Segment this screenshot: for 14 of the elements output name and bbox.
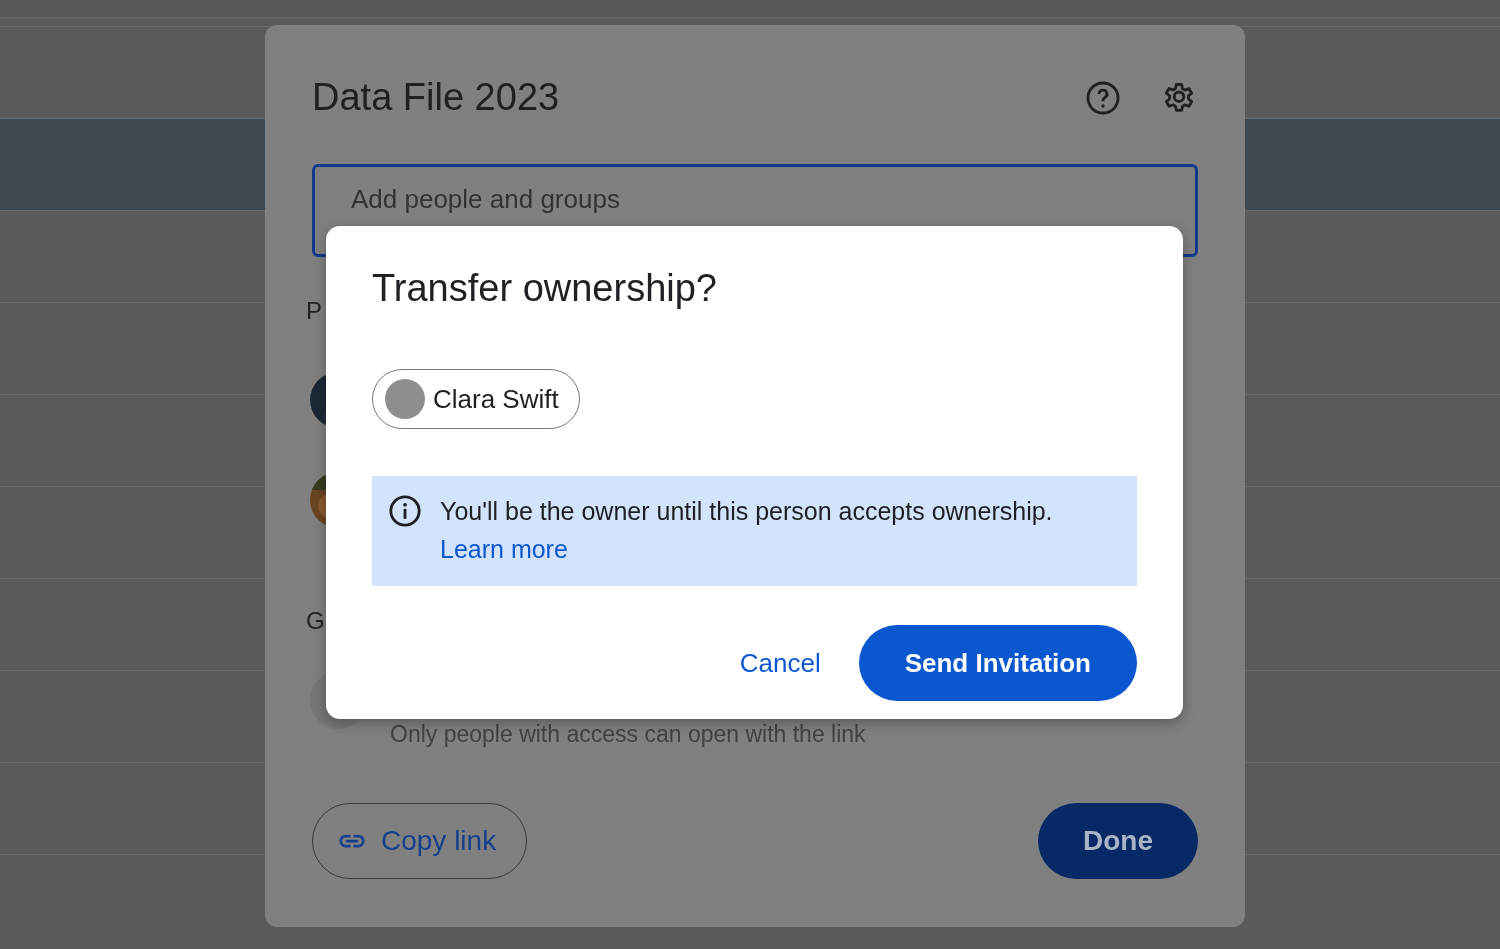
person-chip[interactable]: Clara Swift <box>372 369 580 429</box>
section-heading: P <box>306 296 322 326</box>
info-icon <box>388 494 422 528</box>
done-button[interactable]: Done <box>1038 803 1198 879</box>
dialog-title: Data File 2023 <box>312 76 561 119</box>
section-heading: G <box>306 606 325 636</box>
person-name: Clara Swift <box>433 383 559 415</box>
avatar-icon <box>385 379 425 419</box>
info-text: You'll be the owner until this person accepts ownership. <box>440 497 1053 525</box>
access-description: Only people with access can open with the link <box>390 721 866 747</box>
send-invitation-button[interactable]: Send Invitation <box>858 625 1137 701</box>
cancel-button[interactable]: Cancel <box>739 647 821 679</box>
dialog-title: Transfer ownership? <box>372 266 718 310</box>
learn-more-link[interactable]: Learn more <box>440 530 1053 568</box>
